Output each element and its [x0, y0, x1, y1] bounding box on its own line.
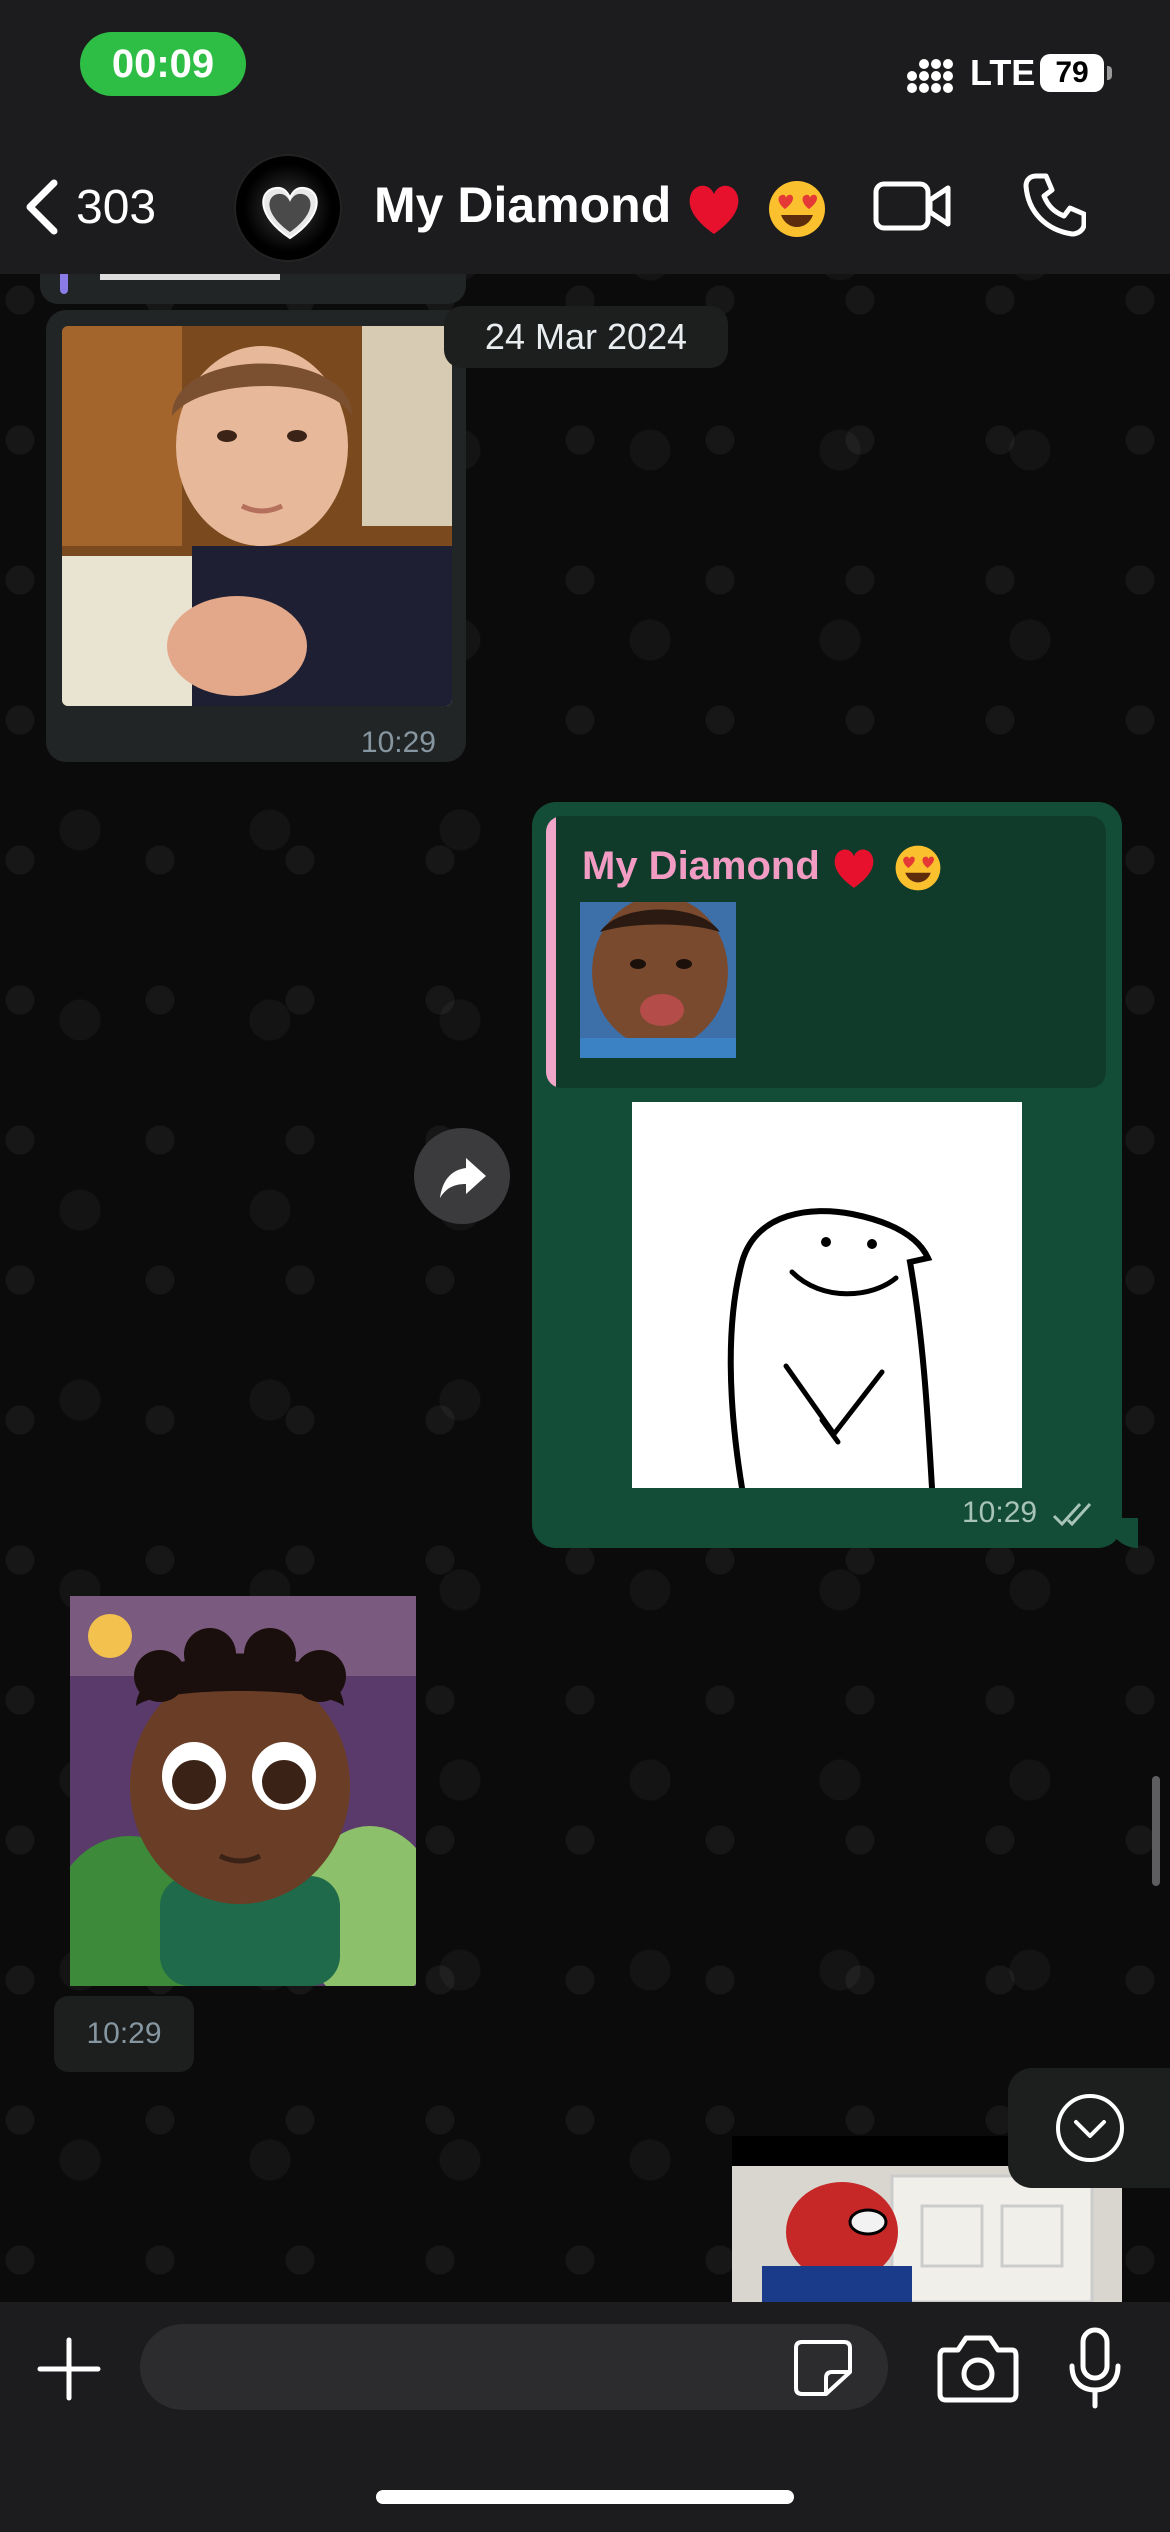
avatar[interactable] — [234, 154, 342, 262]
camera-icon[interactable] — [936, 2328, 1020, 2408]
quote-thumbnail — [580, 902, 736, 1058]
date-separator: 24 Mar 2024 — [444, 306, 728, 368]
microphone-icon[interactable] — [1066, 2326, 1124, 2412]
drawing-sticker[interactable] — [632, 1102, 1022, 1488]
message-input[interactable] — [140, 2324, 888, 2410]
plus-icon[interactable] — [34, 2334, 104, 2404]
forward-button[interactable] — [414, 1128, 510, 1224]
heart-logo-avatar — [262, 186, 318, 240]
read-receipt-icon — [1052, 1502, 1092, 1527]
chevron-down-icon — [1056, 2094, 1124, 2162]
message-time: 10:29 — [360, 726, 436, 759]
back-chevron-icon — [26, 179, 58, 235]
forward-icon — [440, 1158, 486, 1198]
unread-count: 303 — [76, 180, 157, 234]
scroll-to-bottom-button[interactable] — [1008, 2068, 1170, 2188]
heart-eyes-emoji-icon — [769, 180, 826, 237]
quote-accent — [60, 274, 68, 294]
sticker-icon[interactable] — [792, 2338, 854, 2398]
home-indicator[interactable] — [376, 2490, 794, 2504]
status-time[interactable]: 00:09 — [80, 32, 246, 96]
message-time: 10:29 — [962, 1496, 1038, 1529]
contact-name-text: My Diamond — [374, 177, 672, 233]
status-bar: 00:09 LTE 79 — [0, 0, 1170, 140]
heart-eyes-emoji-icon — [895, 846, 941, 891]
message-time: 10:29 — [54, 1996, 194, 2072]
photo-boy-image[interactable] — [62, 326, 452, 706]
back-button[interactable]: 303 — [20, 170, 156, 244]
outgoing-sticker-reply-message[interactable]: My Diamond 10:29 — [532, 802, 1138, 1548]
video-call-icon[interactable] — [872, 176, 952, 236]
quote-author-text: My Diamond — [582, 844, 820, 888]
red-heart-emoji-icon — [834, 849, 874, 889]
chat-header: 303 My Diamond — [0, 140, 1170, 274]
battery-indicator: 79 — [1040, 54, 1112, 92]
red-heart-emoji-icon — [689, 185, 739, 234]
phone-icon[interactable] — [1022, 172, 1086, 238]
previous-message-bubble[interactable] — [40, 274, 466, 304]
signal-icon — [907, 59, 953, 93]
quote-bar — [546, 816, 556, 1088]
reply-quote[interactable]: My Diamond — [546, 816, 1106, 1088]
network-type: LTE — [970, 52, 1036, 93]
contact-name[interactable]: My Diamond — [374, 176, 827, 239]
scrollbar[interactable] — [1152, 1776, 1160, 1886]
incoming-photo-message[interactable]: 10:29 — [46, 310, 466, 762]
cartoon-boy-sticker[interactable] — [70, 1596, 416, 1986]
quote-author: My Diamond — [582, 844, 942, 892]
quote-fragment — [100, 274, 280, 280]
